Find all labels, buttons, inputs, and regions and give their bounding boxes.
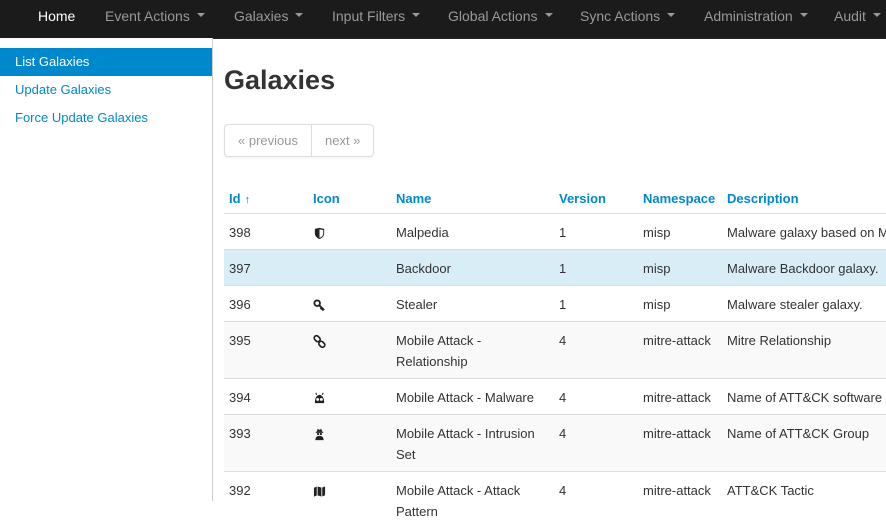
table-row[interactable]: 397 Backdoor 1 misp Malware Backdoor gal… — [224, 250, 886, 286]
table-row[interactable]: 393 Mobile Attack - Intrusion Set 4 mitr… — [224, 415, 886, 472]
cell-name: Mobile Attack - Malware — [391, 379, 554, 415]
caret-down-icon — [412, 13, 420, 17]
caret-down-icon — [545, 13, 553, 17]
nav-label: Administration — [704, 8, 793, 24]
caret-down-icon — [873, 13, 881, 17]
nav-label: Global Actions — [448, 8, 538, 24]
nav-administration[interactable]: Administration — [704, 0, 808, 33]
cell-namespace: mitre-attack — [638, 415, 722, 472]
caret-down-icon — [800, 13, 808, 17]
cell-icon — [308, 214, 391, 250]
column-label: Id — [229, 191, 241, 206]
cell-name: Backdoor — [391, 250, 554, 286]
nav-event-actions[interactable]: Event Actions — [105, 0, 205, 33]
sidebar: List Galaxies Update Galaxies Force Upda… — [0, 38, 213, 501]
column-header-description[interactable]: Description — [722, 183, 886, 214]
column-header-version[interactable]: Version — [554, 183, 638, 214]
nav-home[interactable]: Home — [38, 0, 75, 33]
nav-label: Galaxies — [234, 8, 288, 24]
nav-label: Audit — [834, 8, 866, 24]
cell-namespace: mitre-attack — [638, 472, 722, 528]
cell-id: 398 — [224, 214, 308, 250]
cell-id: 397 — [224, 250, 308, 286]
cell-version: 4 — [554, 379, 638, 415]
shield-icon — [313, 227, 326, 240]
column-header-icon[interactable]: Icon — [308, 183, 391, 214]
cell-namespace: misp — [638, 214, 722, 250]
cell-icon — [308, 286, 391, 322]
column-header-namespace[interactable]: Namespace — [638, 183, 722, 214]
cell-description: Malware stealer galaxy. — [722, 286, 886, 322]
cell-id: 395 — [224, 322, 308, 379]
link-icon — [313, 335, 326, 348]
nav-input-filters[interactable]: Input Filters — [332, 0, 420, 33]
cell-version: 1 — [554, 250, 638, 286]
cell-version: 4 — [554, 415, 638, 472]
nav-label: Event Actions — [105, 8, 190, 24]
cell-version: 1 — [554, 214, 638, 250]
table-row[interactable]: 396 Stealer 1 misp Malware stealer galax… — [224, 286, 886, 322]
cell-description: Name of ATT&CK software — [722, 379, 886, 415]
top-navbar: Home Event Actions Galaxies Input Filter… — [0, 0, 886, 39]
column-header-id[interactable]: Id ↑ — [224, 183, 308, 214]
caret-down-icon — [667, 13, 675, 17]
cell-name: Mobile Attack - Attack Pattern — [391, 472, 554, 528]
map-icon — [313, 485, 326, 498]
optin-monster-icon — [313, 392, 326, 405]
cell-id: 392 — [224, 472, 308, 528]
sidebar-item-force-update-galaxies[interactable]: Force Update Galaxies — [0, 104, 212, 132]
cell-namespace: mitre-attack — [638, 379, 722, 415]
sidebar-item-update-galaxies[interactable]: Update Galaxies — [0, 76, 212, 104]
cell-description: Name of ATT&CK Group — [722, 415, 886, 472]
cell-icon — [308, 322, 391, 379]
nav-global-actions[interactable]: Global Actions — [448, 0, 553, 33]
cell-description: Malware Backdoor galaxy. — [722, 250, 886, 286]
cell-description: Malware galaxy based on Malpedia — [722, 214, 886, 250]
cell-icon — [308, 250, 391, 286]
table-row[interactable]: 394 Mobile Attack - Malware 4 mitre-atta… — [224, 379, 886, 415]
caret-down-icon — [197, 13, 205, 17]
nav-sync-actions[interactable]: Sync Actions — [580, 0, 675, 33]
cell-name: Malpedia — [391, 214, 554, 250]
cell-name: Mobile Attack - Relationship — [391, 322, 554, 379]
cell-icon — [308, 472, 391, 528]
cell-version: 1 — [554, 286, 638, 322]
caret-down-icon — [295, 13, 303, 17]
sort-ascending-icon: ↑ — [245, 194, 251, 206]
table-header-row: Id ↑ Icon Name Version Namespace Descript… — [224, 183, 886, 214]
pagination: « previous next » — [224, 124, 374, 157]
cell-name: Stealer — [391, 286, 554, 322]
column-header-name[interactable]: Name — [391, 183, 554, 214]
cell-namespace: mitre-attack — [638, 322, 722, 379]
page-title: Galaxies — [224, 62, 335, 98]
cell-name: Mobile Attack - Intrusion Set — [391, 415, 554, 472]
table-row[interactable]: 398 Malpedia 1 misp Malware galaxy based… — [224, 214, 886, 250]
user-secret-icon — [313, 428, 326, 441]
sidebar-item-list-galaxies[interactable]: List Galaxies — [0, 48, 212, 76]
table-row[interactable]: 395 Mobile Attack - Relationship 4 mitre… — [224, 322, 886, 379]
cell-id: 396 — [224, 286, 308, 322]
nav-label: Sync Actions — [580, 8, 660, 24]
cell-id: 394 — [224, 379, 308, 415]
nav-galaxies[interactable]: Galaxies — [234, 0, 303, 33]
table-row[interactable]: 392 Mobile Attack - Attack Pattern 4 mit… — [224, 472, 886, 528]
key-icon — [313, 299, 326, 312]
cell-namespace: misp — [638, 250, 722, 286]
cell-id: 393 — [224, 415, 308, 472]
cell-icon — [308, 379, 391, 415]
cell-namespace: misp — [638, 286, 722, 322]
previous-page-button[interactable]: « previous — [225, 125, 312, 156]
cell-description: Mitre Relationship — [722, 322, 886, 379]
nav-label: Input Filters — [332, 8, 405, 24]
cell-icon — [308, 415, 391, 472]
cell-description: ATT&CK Tactic — [722, 472, 886, 528]
galaxies-table: Id ↑ Icon Name Version Namespace Descript… — [224, 183, 886, 528]
next-page-button[interactable]: next » — [312, 125, 373, 156]
cell-version: 4 — [554, 472, 638, 528]
nav-audit[interactable]: Audit — [834, 0, 881, 33]
cell-version: 4 — [554, 322, 638, 379]
